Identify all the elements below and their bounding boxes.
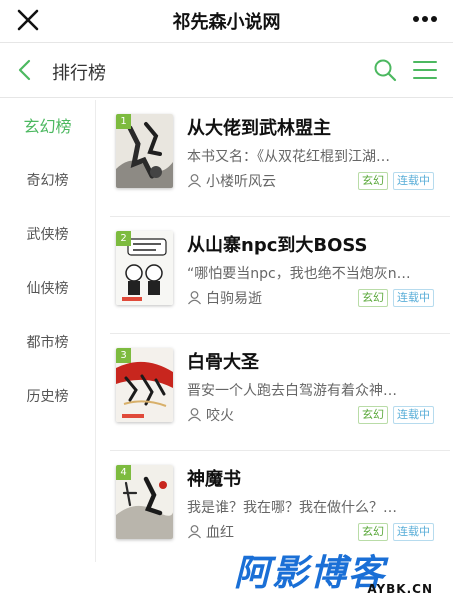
watermark-main: 阿影博客 [234,553,387,594]
author-name: 血红 [206,525,234,541]
status-tag: 连载中 [393,289,434,307]
sidebar-item-dushi[interactable]: 都市榜 [0,316,95,370]
author-name: 咬火 [206,408,234,424]
sidebar-item-xuanhuan[interactable]: 玄幻榜 [0,100,95,154]
book-cover[interactable]: 4 [116,465,173,539]
book-title[interactable]: 从山寨npc到大BOSS [187,231,368,257]
status-tag: 连载中 [393,172,434,190]
category-sidebar: 玄幻榜 奇幻榜 武侠榜 仙侠榜 都市榜 历史榜 [0,100,96,562]
list-item[interactable]: 3 白骨大圣 晋安一个人跑去白驾游有着众神… 咬火 玄幻 连载中 [110,334,450,451]
rank-badge: 4 [116,465,131,480]
list-item[interactable]: 2 从山寨npc到大BOSS “哪怕要当npc，我也绝不当炮灰n… 白驹易逝 玄… [110,217,450,334]
page-header: 排行榜 [0,45,453,95]
book-list: 1 从大佬到武林盟主 本书又名：《从双花红棍到江湖… 小楼听风云 玄幻 连载中 … [110,100,450,568]
book-description: 本书又名：《从双花红棍到江湖… [187,149,390,165]
title-bar: 祁先森小说网 [0,0,453,40]
list-item[interactable]: 1 从大佬到武林盟主 本书又名：《从双花红棍到江湖… 小楼听风云 玄幻 连载中 [110,100,450,217]
book-title[interactable]: 神魔书 [187,465,241,491]
genre-tag: 玄幻 [358,523,388,541]
book-cover[interactable]: 3 [116,348,173,422]
person-icon [187,173,202,188]
book-author: 咬火 [187,405,234,425]
person-icon [187,407,202,422]
book-cover[interactable]: 1 [116,114,173,188]
search-icon[interactable] [373,58,397,82]
genre-tag: 玄幻 [358,289,388,307]
book-description: 我是谁？我在哪？我在做什么？… [187,500,397,516]
book-author: 小楼听风云 [187,171,276,191]
book-description: 晋安一个人跑去白驾游有着众神… [187,383,397,399]
sidebar-item-wuxia[interactable]: 武侠榜 [0,208,95,262]
sidebar-item-xianxia[interactable]: 仙侠榜 [0,262,95,316]
sidebar-item-qihuan[interactable]: 奇幻榜 [0,154,95,208]
watermark-sub: AYBK.CN [367,582,433,596]
person-icon [187,290,202,305]
window-title: 祁先森小说网 [172,12,281,33]
menu-icon[interactable] [413,59,437,81]
book-description: “哪怕要当npc，我也绝不当炮灰n… [187,266,411,282]
book-title[interactable]: 从大佬到武林盟主 [187,114,331,140]
page-title: 排行榜 [52,63,106,84]
book-author: 白驹易逝 [187,288,262,308]
rank-badge: 2 [116,231,131,246]
status-tag: 连载中 [393,406,434,424]
genre-tag: 玄幻 [358,406,388,424]
author-name: 小楼听风云 [206,174,276,190]
rank-badge: 1 [116,114,131,129]
book-author: 血红 [187,522,234,542]
book-cover[interactable]: 2 [116,231,173,305]
back-icon[interactable] [14,57,36,83]
more-icon[interactable] [411,8,439,30]
genre-tag: 玄幻 [358,172,388,190]
author-name: 白驹易逝 [206,291,262,307]
divider [0,97,453,98]
divider [0,42,453,43]
sidebar-item-lishi[interactable]: 历史榜 [0,370,95,424]
person-icon [187,524,202,539]
book-title[interactable]: 白骨大圣 [187,348,259,374]
status-tag: 连载中 [393,523,434,541]
rank-badge: 3 [116,348,131,363]
watermark-logo: 阿影博客 AYBK.CN [234,548,439,596]
